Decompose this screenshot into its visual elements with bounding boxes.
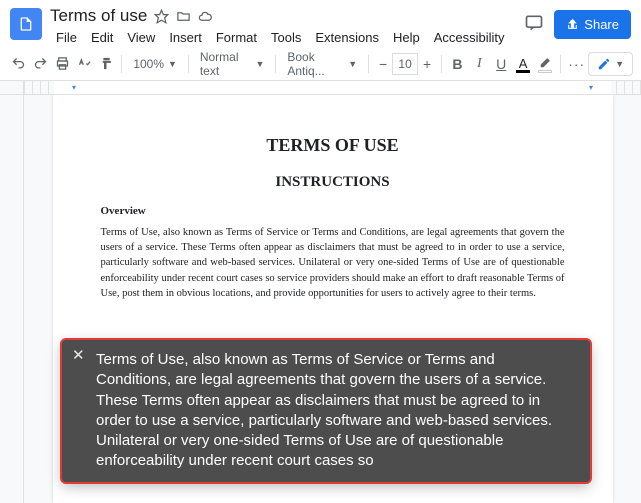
font-select[interactable]: Book Antiq...▼ xyxy=(281,52,363,76)
section-heading: Overview xyxy=(101,205,565,217)
separator xyxy=(441,55,442,73)
font-size-increase[interactable]: + xyxy=(418,53,436,75)
vertical-ruler[interactable] xyxy=(0,95,24,503)
separator xyxy=(368,55,369,73)
doc-heading-2: INSTRUCTIONS xyxy=(101,174,565,191)
move-folder-icon[interactable] xyxy=(175,8,191,24)
title-area: Terms of use File Edit View Insert Forma… xyxy=(50,6,524,47)
docs-logo[interactable] xyxy=(10,8,42,40)
font-size-decrease[interactable]: − xyxy=(374,53,392,75)
menu-view[interactable]: View xyxy=(121,28,161,47)
styles-select[interactable]: Normal text▼ xyxy=(194,52,271,76)
menu-extensions[interactable]: Extensions xyxy=(309,28,385,47)
text-color-button[interactable]: A xyxy=(513,52,534,76)
cloud-status-icon[interactable] xyxy=(197,8,213,24)
undo-button[interactable] xyxy=(8,52,29,76)
menu-help[interactable]: Help xyxy=(387,28,426,47)
star-icon[interactable] xyxy=(153,8,169,24)
redo-button[interactable] xyxy=(30,52,51,76)
menu-edit[interactable]: Edit xyxy=(85,28,119,47)
print-button[interactable] xyxy=(52,52,73,76)
spellcheck-button[interactable] xyxy=(74,52,95,76)
share-label: Share xyxy=(584,17,619,32)
app-header: Terms of use File Edit View Insert Forma… xyxy=(0,0,641,47)
separator xyxy=(121,55,122,73)
bold-button[interactable]: B xyxy=(447,52,468,76)
menu-format[interactable]: Format xyxy=(210,28,263,47)
menu-insert[interactable]: Insert xyxy=(163,28,208,47)
menu-tools[interactable]: Tools xyxy=(265,28,307,47)
more-button[interactable]: ··· xyxy=(566,52,587,76)
editing-mode-button[interactable]: ▼ xyxy=(588,52,633,76)
close-icon[interactable]: ✕ xyxy=(72,348,85,363)
accessibility-overlay: ✕ Terms of Use, also known as Terms of S… xyxy=(62,340,590,482)
separator xyxy=(188,55,189,73)
menu-file[interactable]: File xyxy=(50,28,83,47)
zoom-select[interactable]: 100%▼ xyxy=(127,52,183,76)
highlight-button[interactable] xyxy=(535,52,556,76)
menu-bar: File Edit View Insert Format Tools Exten… xyxy=(50,28,524,47)
separator xyxy=(560,55,561,73)
overlay-text: Terms of Use, also known as Terms of Ser… xyxy=(96,351,552,469)
comment-history-icon[interactable] xyxy=(524,13,544,36)
underline-button[interactable]: U xyxy=(491,52,512,76)
document-title[interactable]: Terms of use xyxy=(50,6,147,26)
horizontal-ruler[interactable]: ▾ ▾ xyxy=(0,81,641,95)
share-button[interactable]: Share xyxy=(554,10,631,39)
separator xyxy=(275,55,276,73)
doc-heading-1: TERMS OF USE xyxy=(101,135,565,156)
font-size-input[interactable] xyxy=(392,53,418,75)
overview-paragraph: Terms of Use, also known as Terms of Ser… xyxy=(101,225,565,301)
font-size-group: − + xyxy=(374,53,436,75)
paint-format-button[interactable] xyxy=(96,52,117,76)
menu-accessibility[interactable]: Accessibility xyxy=(428,28,511,47)
toolbar: 100%▼ Normal text▼ Book Antiq...▼ − + B … xyxy=(0,47,641,81)
italic-button[interactable]: I xyxy=(469,52,490,76)
